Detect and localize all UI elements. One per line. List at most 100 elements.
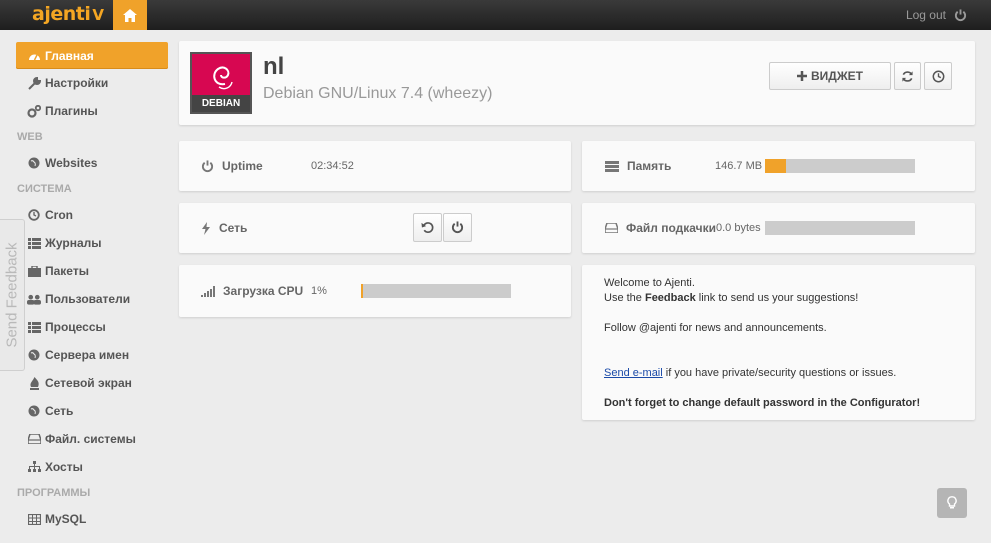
- os-version: Debian GNU/Linux 7.4 (wheezy): [263, 85, 493, 102]
- sidebar-item-network[interactable]: Сеть: [16, 397, 168, 425]
- memory-progress-bar: [765, 159, 915, 173]
- cpu-widget: Загрузка CPU 1%: [179, 265, 571, 317]
- clock-icon: [27, 208, 41, 222]
- swap-label: Файл подкачки: [626, 221, 717, 235]
- sidebar-item-label: Сеть: [45, 404, 74, 418]
- sidebar-item-logs[interactable]: Журналы: [16, 229, 168, 257]
- feedback-line-post: link to send us your suggestions!: [695, 292, 859, 304]
- feedback-line-pre: Use the: [604, 292, 645, 304]
- welcome-line: Welcome to Ajenti.: [604, 277, 695, 289]
- debian-swirl-icon: [213, 66, 233, 90]
- table-icon: [27, 512, 41, 526]
- fire-icon: [27, 376, 41, 390]
- cpu-label-group: Загрузка CPU: [201, 284, 303, 298]
- bolt-icon: [202, 221, 210, 235]
- memory-label-group: Память: [605, 159, 671, 173]
- send-email-link[interactable]: Send e-mail: [604, 367, 663, 379]
- feedback-line: Use the Feedback link to send us your su…: [604, 292, 858, 304]
- memory-progress-fill: [765, 159, 786, 173]
- refresh-icon: [902, 70, 913, 82]
- sidebar-item-plugins[interactable]: Плагины: [16, 97, 168, 125]
- uptime-widget: Uptime 02:34:52: [179, 141, 571, 191]
- app-logo-text: ajenti: [32, 3, 91, 25]
- list-icon: [27, 236, 41, 250]
- feedback-word: Feedback: [644, 292, 696, 304]
- sidebar-item-label: Сервера имен: [45, 348, 130, 362]
- network-restart-button[interactable]: [413, 213, 442, 242]
- sidebar-item-label: Настройки: [45, 76, 109, 90]
- sidebar-item-label: Пользователи: [45, 292, 131, 306]
- sidebar-section-web: WEB: [17, 131, 43, 143]
- sidebar-item-firewall[interactable]: Сетевой экран: [16, 369, 168, 397]
- refresh-interval-button[interactable]: [924, 62, 952, 90]
- plus-icon: [796, 71, 807, 81]
- send-feedback-tab[interactable]: Send Feedback: [0, 219, 25, 371]
- sidebar-item-settings[interactable]: Настройки: [16, 69, 168, 97]
- network-power-button[interactable]: [443, 213, 472, 242]
- debian-badge-label: DEBIAN: [192, 95, 250, 112]
- logout-label: Log out: [905, 8, 946, 22]
- logout-button[interactable]: Log out: [906, 0, 967, 30]
- sidebar-item-processes[interactable]: Процессы: [16, 313, 168, 341]
- power-icon: [954, 8, 967, 21]
- swap-label-group: Файл подкачки: [605, 221, 716, 235]
- users-icon: [27, 292, 41, 306]
- home-button[interactable]: [113, 0, 147, 30]
- sidebar-item-home[interactable]: Главная: [16, 42, 168, 69]
- app-logo[interactable]: ajenti V: [32, 3, 104, 25]
- sidebar-item-mysql[interactable]: MySQL: [16, 505, 168, 533]
- refresh-button[interactable]: [894, 62, 921, 90]
- uptime-label-group: Uptime: [201, 159, 263, 173]
- globe-icon: [27, 348, 41, 362]
- sidebar-section-programs: ПРОГРАММЫ: [17, 487, 91, 499]
- globe-icon: [27, 404, 41, 418]
- hdd-icon: [27, 432, 41, 446]
- network-label: Сеть: [219, 221, 248, 235]
- sidebar-item-label: MySQL: [45, 512, 87, 526]
- hostname-title: nl: [263, 53, 285, 80]
- welcome-card: Welcome to Ajenti. Use the Feedback link…: [582, 265, 975, 420]
- send-feedback-label: Send Feedback: [3, 242, 20, 348]
- cpu-progress-fill: [361, 284, 363, 298]
- sidebar-item-dns[interactable]: Сервера имен: [16, 341, 168, 369]
- hdd-icon: [605, 223, 618, 233]
- sidebar-item-label: Файл. системы: [45, 432, 136, 446]
- sidebar-item-label: Журналы: [45, 236, 102, 250]
- sidebar-item-cron[interactable]: Cron: [16, 201, 168, 229]
- sidebar-item-packages[interactable]: Пакеты: [16, 257, 168, 285]
- memory-widget: Память 146.7 MB: [582, 141, 975, 191]
- follow-line: Follow @ajenti for news and announcement…: [604, 322, 827, 334]
- sidebar-section-system: СИСТЕМА: [17, 183, 72, 195]
- email-line-post: if you have private/security questions o…: [662, 367, 897, 379]
- add-widget-button[interactable]: ВИДЖЕТ: [769, 62, 891, 90]
- sidebar-item-filesystems[interactable]: Файл. системы: [16, 425, 168, 453]
- email-line: Send e-mail if you have private/security…: [604, 367, 896, 379]
- sidebar-item-label: Плагины: [45, 104, 98, 118]
- sidebar-item-label: Хосты: [45, 460, 83, 474]
- default-password-warning: Don't forget to change default password …: [604, 397, 921, 409]
- swap-widget: Файл подкачки 0.0 bytes: [582, 203, 975, 253]
- host-header-card: DEBIAN nl Debian GNU/Linux 7.4 (wheezy) …: [179, 41, 975, 125]
- signal-icon: [201, 285, 215, 297]
- dashboard-icon: [27, 49, 41, 63]
- sidebar-item-users[interactable]: Пользователи: [16, 285, 168, 313]
- cogs-icon: [27, 104, 41, 118]
- power-icon: [451, 221, 464, 233]
- wrench-icon: [27, 76, 41, 90]
- sidebar-item-label: Сетевой экран: [45, 376, 132, 390]
- sidebar-item-hosts[interactable]: Хосты: [16, 453, 168, 481]
- cpu-label: Загрузка CPU: [223, 284, 304, 298]
- server-icon: [605, 160, 619, 172]
- swap-progress-bar: [765, 221, 915, 235]
- globe-icon: [27, 156, 41, 170]
- uptime-label: Uptime: [222, 159, 263, 173]
- power-icon: [201, 159, 214, 172]
- undo-icon: [421, 222, 434, 233]
- sidebar-item-label: Процессы: [45, 320, 106, 334]
- sidebar-item-websites[interactable]: Websites: [16, 149, 168, 177]
- list-icon: [27, 320, 41, 334]
- swap-value: 0.0 bytes: [716, 222, 761, 234]
- network-widget: Сеть: [179, 203, 571, 253]
- cpu-progress-bar: [361, 284, 511, 298]
- tips-button[interactable]: [937, 488, 967, 518]
